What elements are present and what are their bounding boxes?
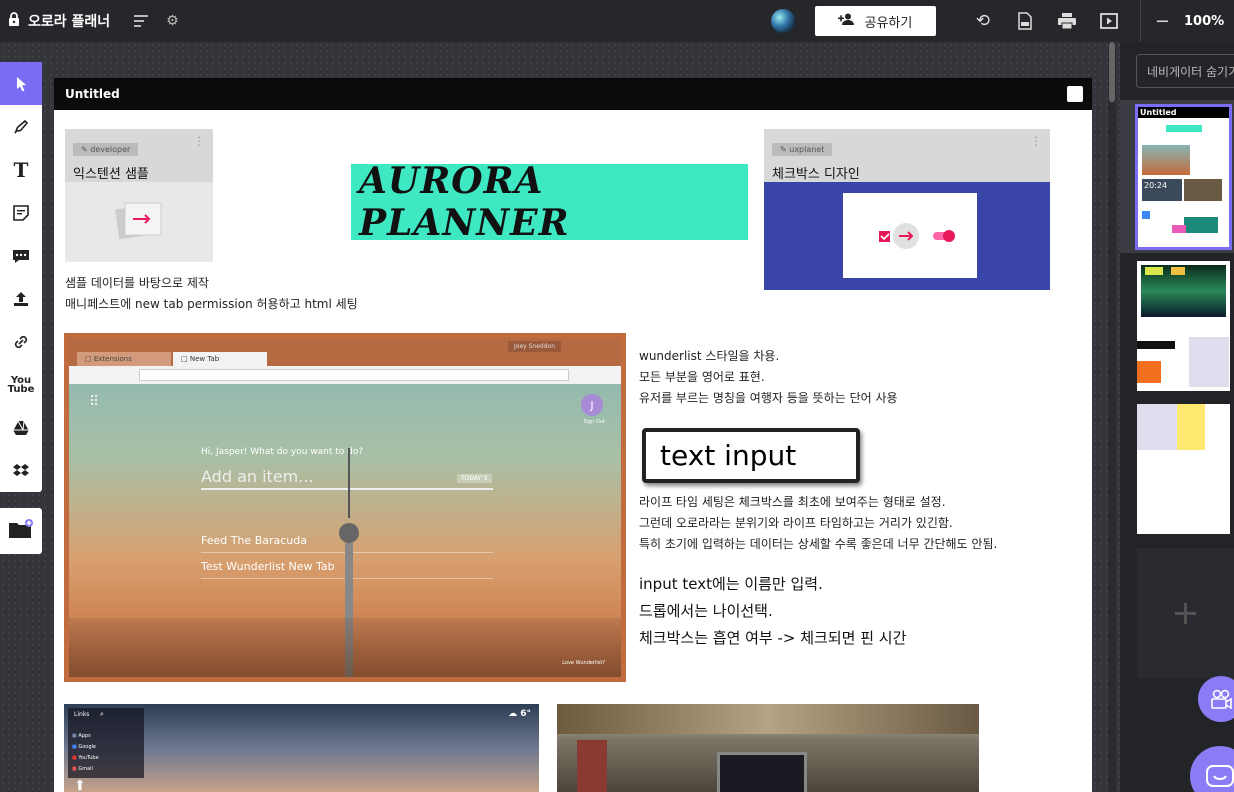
card-tag: ✎ uxplanet bbox=[772, 143, 833, 156]
zoom-control: − 100% bbox=[1139, 0, 1234, 42]
laptop-photo[interactable] bbox=[557, 704, 979, 792]
canvas-scrollbar[interactable] bbox=[1108, 42, 1116, 792]
links-list: ■ Apps ■ Google ■ YouTube ■ Gmail bbox=[72, 733, 99, 772]
add-folder-button[interactable] bbox=[0, 508, 42, 554]
add-user-icon bbox=[838, 13, 856, 29]
browser-tab-active: □ New Tab bbox=[173, 352, 267, 366]
page-thumbnail-1[interactable]: Untitled 20:24 bbox=[1135, 104, 1232, 250]
note-sample[interactable]: 샘플 데이터를 바탕으로 제작 매니페스트에 new tab permissio… bbox=[65, 273, 358, 315]
history-icon[interactable]: ⟲ bbox=[962, 11, 1004, 31]
comment-tool[interactable] bbox=[0, 234, 42, 277]
upload-icon[interactable] bbox=[0, 277, 42, 320]
card-tag: ✎ developer bbox=[73, 143, 139, 156]
page-menu-button[interactable] bbox=[1067, 86, 1083, 102]
page-thumbnail-3[interactable] bbox=[1137, 404, 1230, 534]
note-style[interactable]: wunderlist 스타일을 차용. 모든 부분을 영어로 표현. 유저를 부… bbox=[639, 346, 898, 409]
dropbox-icon[interactable] bbox=[0, 449, 42, 492]
board-page[interactable]: Untitled ✎ developer 익스텐션 샘플 ⋮ AURORA PL… bbox=[54, 78, 1092, 792]
sticky-note-tool[interactable] bbox=[0, 191, 42, 234]
links-label: Links bbox=[74, 711, 90, 718]
aurora-planner-banner[interactable]: AURORA PLANNER bbox=[351, 160, 748, 244]
more-icon[interactable]: ⋮ bbox=[193, 134, 205, 148]
video-call-button[interactable] bbox=[1198, 676, 1234, 722]
link-card-checkbox-design[interactable]: ✎ uxplanet 체크박스 디자인 ⋮ bbox=[764, 129, 1050, 290]
canvas[interactable]: T You Tube Untitled ✎ developer 익스텐션 샘플 … bbox=[0, 42, 1120, 792]
today-badge: TODAY ↕ bbox=[457, 474, 493, 483]
note-input-rules[interactable]: input text에는 이름만 입력. 드롭에서는 나이선택. 체크박스는 흡… bbox=[639, 571, 906, 652]
card-title: 익스텐션 샘플 bbox=[73, 167, 149, 182]
share-button[interactable]: 공유하기 bbox=[814, 6, 936, 36]
share-button-label: 공유하기 bbox=[864, 15, 913, 31]
google-drive-icon[interactable] bbox=[0, 406, 42, 449]
photo-stack-icon bbox=[115, 199, 165, 247]
checkbox-preview-image bbox=[843, 193, 977, 278]
top-bar: 오로라 플래너 ⚙ 공유하기 ⟲ − 100% bbox=[0, 0, 1234, 42]
apps-grid-icon: ⠿ bbox=[89, 394, 100, 410]
browser-tab: □ Extensions bbox=[77, 352, 171, 366]
card-title: 체크박스 디자인 bbox=[772, 167, 860, 182]
browser-user: Joey Sneddon bbox=[508, 341, 561, 352]
page-thumbnail-2[interactable] bbox=[1137, 261, 1230, 391]
present-icon[interactable] bbox=[1088, 13, 1130, 29]
links-newtab-screenshot[interactable]: Links ⌕ ■ Apps ■ Google ■ YouTube ■ Gmai… bbox=[64, 704, 539, 792]
link-card-extension-sample[interactable]: ✎ developer 익스텐션 샘플 ⋮ bbox=[65, 129, 213, 262]
link-icon[interactable] bbox=[0, 320, 42, 363]
weather-widget: ☁ 6° bbox=[508, 709, 531, 719]
pdf-icon[interactable] bbox=[1004, 12, 1046, 30]
banner-text: AURORA PLANNER bbox=[359, 160, 570, 244]
gear-icon[interactable]: ⚙ bbox=[166, 13, 179, 29]
workspace-avatar[interactable] bbox=[770, 9, 795, 33]
up-arrow-icon: ⬆ bbox=[74, 778, 86, 792]
app-title: 오로라 플래너 bbox=[28, 14, 111, 30]
zoom-out-button[interactable]: − bbox=[1155, 11, 1170, 32]
text-tool[interactable]: T bbox=[0, 148, 42, 191]
print-icon[interactable] bbox=[1046, 13, 1088, 29]
zoom-level[interactable]: 100% bbox=[1184, 14, 1234, 29]
text-input-image[interactable]: text input bbox=[642, 428, 860, 483]
chat-bot-button[interactable] bbox=[1190, 746, 1234, 792]
add-page-button[interactable]: + bbox=[1137, 548, 1234, 678]
footer-text: Love Wunderlist? bbox=[562, 660, 605, 666]
pen-tool[interactable] bbox=[0, 105, 42, 148]
list-icon[interactable] bbox=[134, 15, 150, 27]
youtube-icon[interactable]: You Tube bbox=[0, 363, 42, 406]
select-tool[interactable] bbox=[0, 62, 42, 105]
navigator-panel: 네비게이터 숨기기 Untitled 20:24 + bbox=[1120, 42, 1234, 792]
wunderlist-newtab-screenshot[interactable]: □ Extensions □ New Tab Joey Sneddon ⠿ J … bbox=[64, 333, 626, 682]
sign-out-label: Sign Out bbox=[583, 419, 605, 425]
user-avatar: J bbox=[581, 394, 603, 416]
search-icon: ⌕ bbox=[100, 710, 104, 718]
more-icon[interactable]: ⋮ bbox=[1030, 134, 1042, 148]
page-title[interactable]: Untitled bbox=[65, 87, 120, 101]
left-toolbar: T You Tube bbox=[0, 62, 42, 492]
lock-icon bbox=[8, 12, 20, 30]
page-header: Untitled bbox=[54, 78, 1092, 110]
note-lifetime[interactable]: 라이프 타임 세팅은 체크박스를 최초에 보여주는 형태로 설정. 그런데 오로… bbox=[639, 492, 997, 555]
folder-add-icon bbox=[8, 519, 34, 543]
hide-navigator-button[interactable]: 네비게이터 숨기기 bbox=[1136, 54, 1234, 88]
